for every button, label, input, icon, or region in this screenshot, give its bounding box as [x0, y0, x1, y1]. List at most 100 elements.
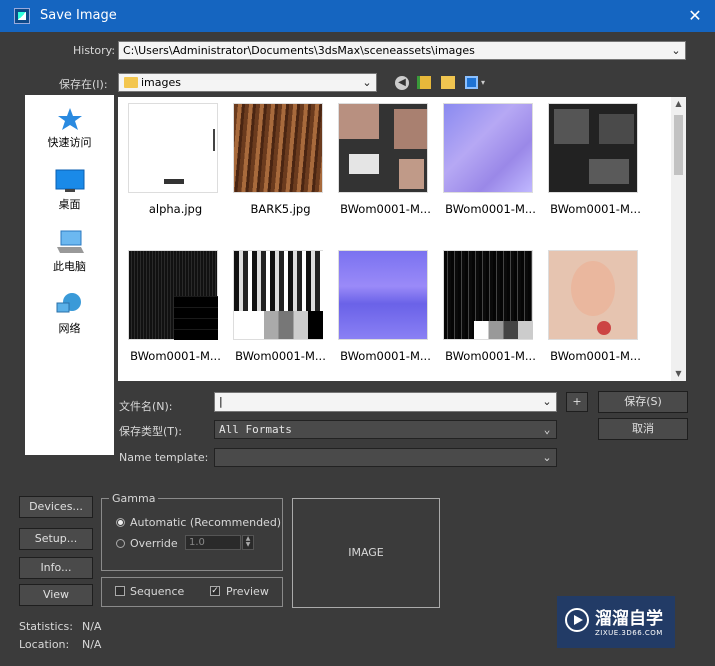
file-item[interactable]: BWom0001-M...	[543, 244, 648, 379]
file-item[interactable]: BWom0001-M...	[333, 97, 438, 232]
image-preview-label: IMAGE	[348, 546, 384, 559]
name-template-dropdown[interactable]: ⌄	[214, 448, 557, 467]
up-folder-icon[interactable]	[417, 76, 431, 89]
file-thumbnail	[443, 103, 533, 193]
file-thumbnail	[443, 250, 533, 340]
new-folder-icon[interactable]	[441, 76, 455, 89]
file-thumbnail	[233, 250, 323, 340]
file-thumbnail	[338, 103, 428, 193]
app-icon	[14, 8, 30, 24]
file-item[interactable]: BWom0001-M...	[123, 244, 228, 379]
place-this-pc[interactable]: 此电脑	[25, 229, 114, 274]
play-logo-icon	[565, 608, 589, 632]
file-thumbnail	[128, 103, 218, 193]
computer-icon	[56, 230, 84, 253]
history-value: C:\Users\Administrator\Documents\3dsMax\…	[123, 44, 475, 57]
place-label: 快速访问	[47, 136, 92, 149]
sequence-label: Sequence	[130, 585, 185, 598]
chevron-down-icon[interactable]: ▾	[481, 78, 485, 87]
chevron-down-icon: ⌄	[671, 44, 681, 57]
save-type-dropdown[interactable]: All Formats ⌄	[214, 420, 557, 439]
filename-label: 文件名(N):	[119, 400, 173, 413]
history-label: History:	[73, 44, 116, 57]
save-in-value: images	[141, 76, 181, 89]
info-button[interactable]: Info...	[19, 557, 93, 579]
place-desktop[interactable]: 桌面	[25, 169, 114, 212]
network-icon	[56, 293, 81, 313]
file-name: BWom0001-M...	[340, 202, 431, 216]
file-thumbnail	[128, 250, 218, 340]
back-icon[interactable]: ◀	[395, 76, 409, 90]
file-name: BWom0001-M...	[550, 202, 641, 216]
scroll-up-icon[interactable]: ▲	[671, 97, 686, 111]
file-name: BARK5.jpg	[250, 202, 311, 216]
preview-label: Preview	[226, 585, 269, 598]
file-name: BWom0001-M...	[445, 349, 536, 363]
save-in-label: 保存在(I):	[59, 78, 108, 91]
spinner-arrows-icon[interactable]: ▲ ▼	[242, 535, 254, 550]
place-network[interactable]: 网络	[25, 291, 114, 336]
place-label: 网络	[58, 322, 81, 335]
places-bar: 快速访问 桌面 此电脑 网络	[25, 95, 114, 455]
file-name: BWom0001-M...	[550, 349, 641, 363]
chevron-down-icon: ⌄	[543, 423, 551, 436]
folder-icon	[124, 77, 138, 88]
gamma-title: Gamma	[109, 492, 159, 505]
file-name: BWom0001-M...	[235, 349, 326, 363]
chevron-down-icon: ⌄	[542, 451, 552, 464]
filename-input[interactable]: | ⌄	[214, 392, 557, 412]
preview-checkbox[interactable]: ✓	[210, 586, 220, 596]
file-name: alpha.jpg	[148, 202, 203, 216]
setup-button[interactable]: Setup...	[19, 528, 93, 550]
file-name: BWom0001-M...	[130, 349, 221, 363]
file-thumbnail	[548, 103, 638, 193]
place-quick-access[interactable]: 快速访问	[25, 107, 114, 150]
file-item[interactable]: BWom0001-M...	[228, 244, 333, 379]
gamma-automatic-radio[interactable]	[116, 518, 125, 527]
file-thumbnail	[548, 250, 638, 340]
desktop-icon	[55, 169, 84, 192]
location-label: Location:	[19, 638, 70, 651]
file-name: BWom0001-M...	[445, 202, 536, 216]
view-button[interactable]: View	[19, 584, 93, 606]
place-label: 此电脑	[53, 260, 86, 273]
location-value: N/A	[82, 638, 102, 651]
window-title: Save Image	[40, 8, 117, 23]
file-list[interactable]: alpha.jpg BARK5.jpg BWom0001-M... BWom00…	[118, 97, 671, 381]
file-thumbnail	[233, 103, 323, 193]
save-button[interactable]: 保存(S)	[598, 391, 688, 413]
scrollbar-thumb[interactable]	[674, 115, 683, 175]
star-icon	[57, 108, 82, 130]
cancel-button[interactable]: 取消	[598, 418, 688, 440]
close-button[interactable]: ✕	[675, 0, 715, 32]
gamma-override-radio[interactable]	[116, 539, 125, 548]
file-item[interactable]: BWom0001-M...	[543, 97, 648, 232]
view-menu-icon[interactable]	[465, 76, 478, 89]
save-in-dropdown[interactable]: images ⌄	[118, 73, 377, 92]
file-item[interactable]: BARK5.jpg	[228, 97, 333, 232]
file-item[interactable]: alpha.jpg	[123, 97, 228, 232]
chevron-down-icon: ⌄	[542, 395, 552, 408]
file-thumbnail	[338, 250, 428, 340]
file-item[interactable]: BWom0001-M...	[438, 97, 543, 232]
history-dropdown[interactable]: C:\Users\Administrator\Documents\3dsMax\…	[118, 41, 686, 60]
add-button[interactable]: +	[566, 392, 588, 412]
save-type-label: 保存类型(T):	[119, 425, 183, 438]
file-name: BWom0001-M...	[340, 349, 431, 363]
file-item[interactable]: BWom0001-M...	[438, 244, 543, 379]
watermark-url: ZIXUE.3D66.COM	[595, 629, 663, 637]
file-item[interactable]: BWom0001-M...	[333, 244, 438, 379]
statistics-label: Statistics:	[19, 620, 73, 633]
file-list-scrollbar[interactable]: ▲ ▼	[671, 97, 686, 381]
gamma-override-value[interactable]: 1.0	[185, 535, 241, 550]
scroll-down-icon[interactable]: ▼	[671, 367, 686, 381]
gamma-override-label: Override	[130, 537, 178, 550]
name-template-label: Name template:	[119, 451, 209, 464]
watermark-badge: 溜溜自学 ZIXUE.3D66.COM	[557, 596, 675, 648]
save-type-value: All Formats	[219, 423, 292, 436]
devices-button[interactable]: Devices...	[19, 496, 93, 518]
place-label: 桌面	[58, 198, 81, 211]
statistics-value: N/A	[82, 620, 102, 633]
sequence-checkbox[interactable]	[115, 586, 125, 596]
title-bar: Save Image ✕	[0, 0, 715, 32]
